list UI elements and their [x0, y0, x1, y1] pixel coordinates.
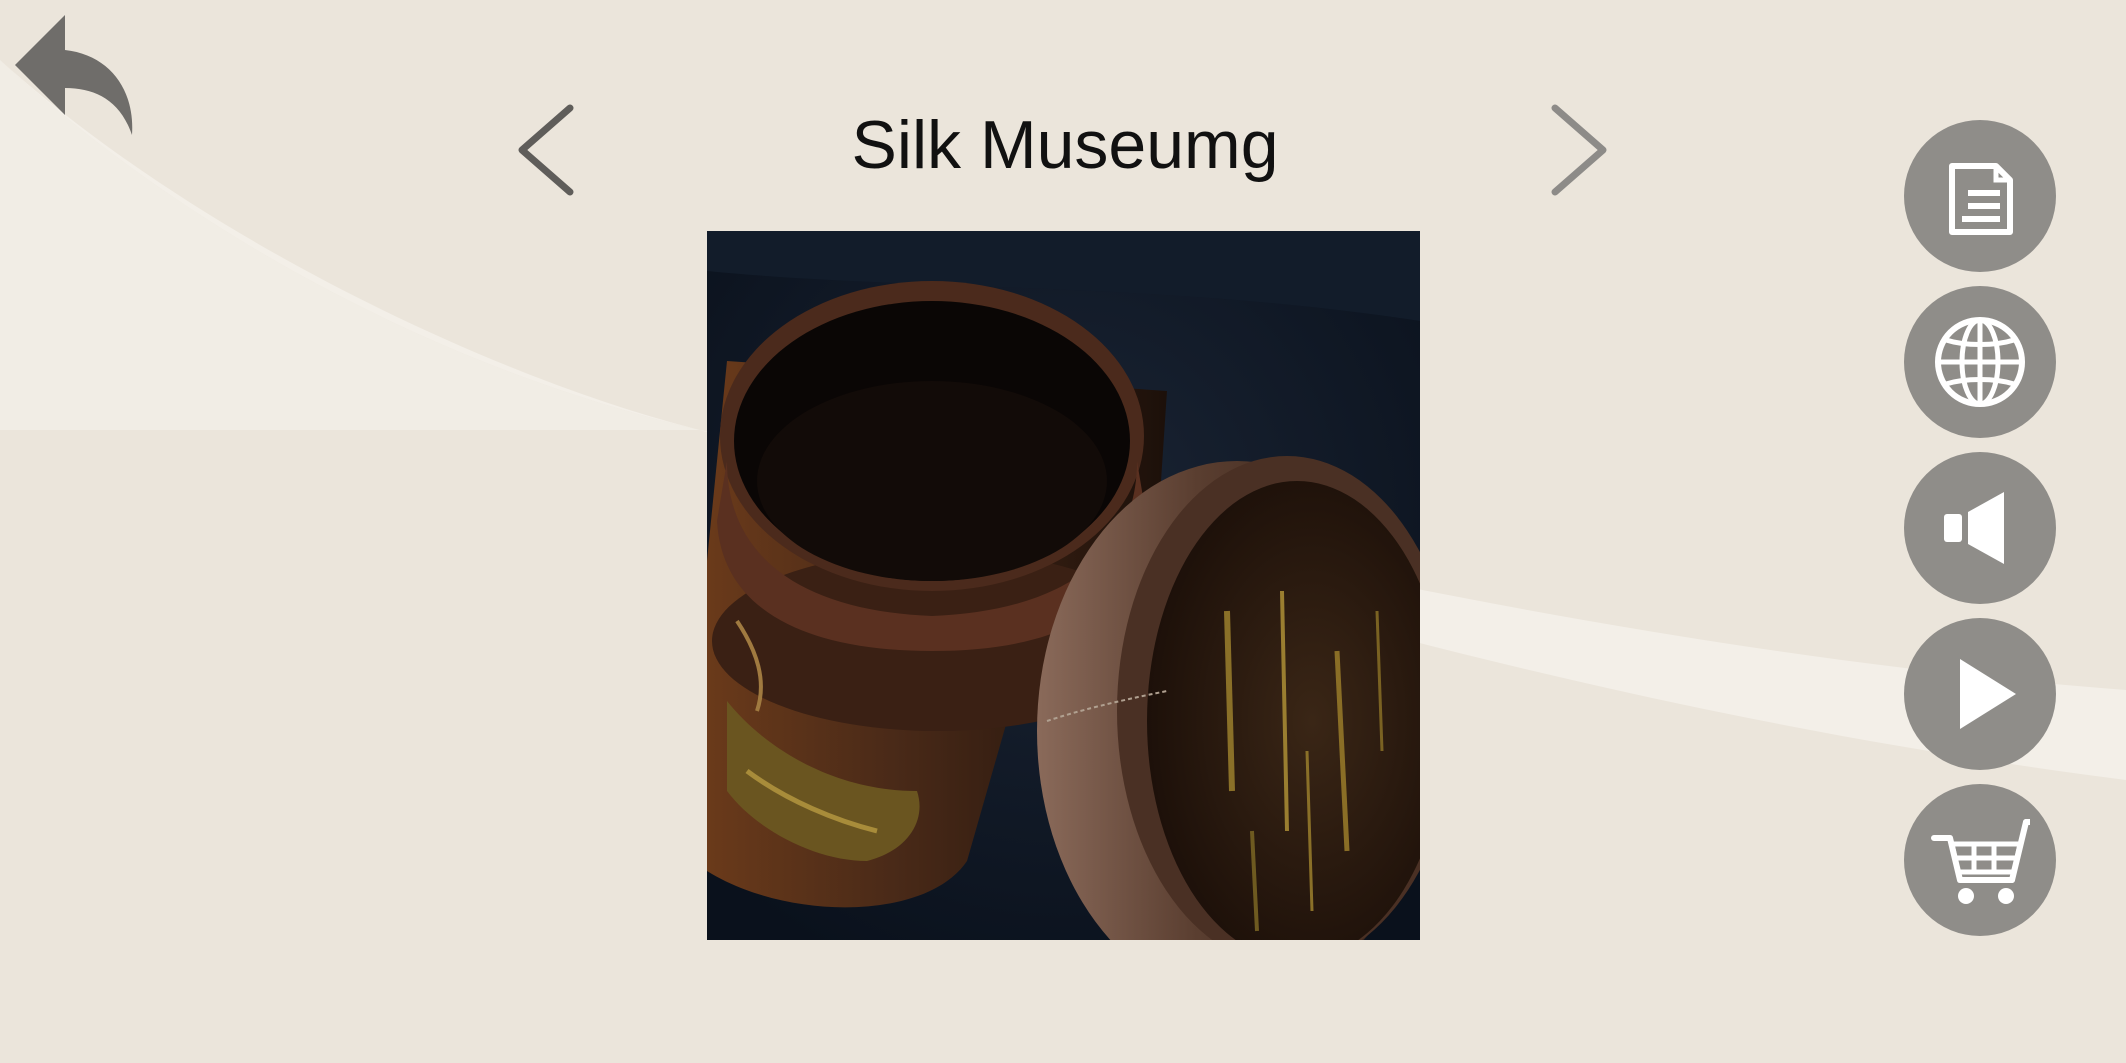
- back-arrow-icon: [15, 15, 133, 135]
- artifact-photo: [707, 231, 1420, 940]
- speaker-icon: [1944, 492, 2004, 564]
- info-button[interactable]: [1904, 120, 2056, 272]
- website-button[interactable]: [1904, 286, 2056, 438]
- back-button[interactable]: [10, 10, 140, 140]
- shop-button[interactable]: [1904, 784, 2056, 936]
- globe-icon: [1935, 317, 2025, 407]
- previous-button[interactable]: [510, 100, 580, 200]
- play-button[interactable]: [1904, 618, 2056, 770]
- next-button[interactable]: [1545, 100, 1615, 200]
- page-title: Silk Museumg: [851, 107, 1279, 183]
- play-icon: [1960, 659, 2016, 729]
- chevron-right-icon: [1551, 104, 1607, 196]
- chevron-left-icon: [518, 104, 574, 196]
- shopping-cart-icon: [1931, 819, 2030, 904]
- document-icon: [1949, 163, 2013, 235]
- audio-button[interactable]: [1904, 452, 2056, 604]
